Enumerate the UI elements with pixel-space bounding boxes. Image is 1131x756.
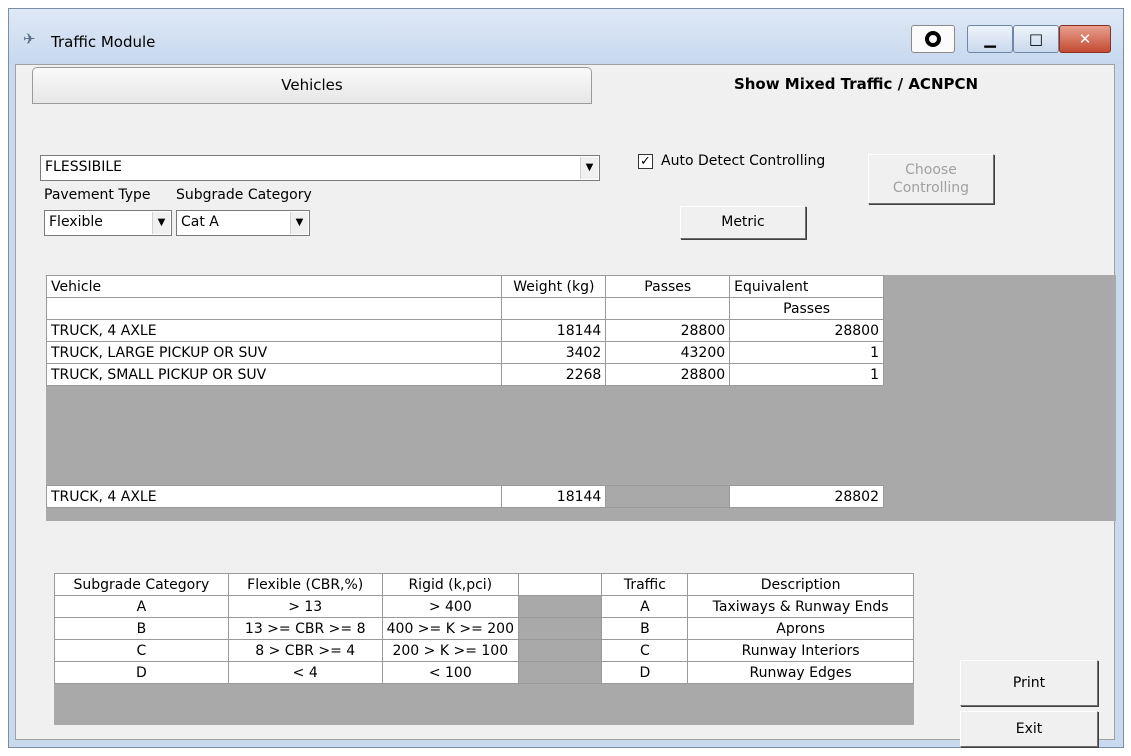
header-equivalent-passes: Passes — [729, 297, 884, 320]
cell-description: Taxiways & Runway Ends — [687, 595, 914, 618]
cell-description: Runway Edges — [687, 661, 914, 684]
cell-traffic: A — [601, 595, 689, 618]
section-select-value: FLESSIBILE — [45, 159, 122, 175]
window-title: Traffic Module — [51, 33, 156, 51]
table-row: B 13 >= CBR >= 8 400 >= K >= 200 B Apron… — [54, 617, 914, 640]
cell-equivalent[interactable]: 1 — [729, 363, 884, 386]
chevron-down-icon[interactable]: ▼ — [290, 212, 308, 234]
category-table: Subgrade Category Flexible (CBR,%) Rigid… — [54, 573, 914, 684]
cell-subgrade: B — [54, 617, 229, 640]
cell-vehicle: TRUCK, 4 AXLE — [45, 485, 503, 508]
circle-icon — [925, 31, 941, 47]
table-header-row: Vehicle Weight (kg) Passes Equivalent — [45, 275, 884, 298]
cell-rigid: < 100 — [381, 661, 519, 684]
header-traffic: Traffic — [601, 573, 689, 596]
title-bar: ✈ Traffic Module ▁ □ ✕ — [9, 9, 1123, 64]
header-passes: Passes — [605, 275, 731, 298]
header-equivalent: Equivalent — [729, 275, 884, 298]
header-subgrade: Subgrade Category — [54, 573, 229, 596]
cell-rigid: 200 > K >= 100 — [381, 639, 519, 662]
chevron-down-icon[interactable]: ▼ — [580, 157, 598, 179]
cell-rigid: 400 >= K >= 200 — [381, 617, 519, 640]
metric-button[interactable]: Metric — [680, 206, 806, 239]
pavement-type-value: Flexible — [49, 214, 103, 230]
cell-description: Runway Interiors — [687, 639, 914, 662]
pavement-type-label: Pavement Type — [44, 187, 151, 203]
cell-passes[interactable]: 28800 — [605, 363, 731, 386]
tab-mixed-traffic[interactable]: Show Mixed Traffic / ACNPCN — [606, 67, 1106, 103]
subgrade-category-value: Cat A — [181, 214, 219, 230]
table-row[interactable]: TRUCK, LARGE PICKUP OR SUV 3402 43200 1 — [45, 341, 884, 364]
maximize-button[interactable]: □ — [1013, 25, 1059, 53]
cell-vehicle[interactable]: TRUCK, 4 AXLE — [45, 319, 503, 342]
auto-detect-checkbox[interactable]: ✓ Auto Detect Controlling — [638, 153, 825, 169]
cell-rigid: > 400 — [381, 595, 519, 618]
controlling-table: TRUCK, 4 AXLE 18144 28802 — [45, 485, 884, 508]
header-description: Description — [687, 573, 914, 596]
cell-vehicle[interactable]: TRUCK, SMALL PICKUP OR SUV — [45, 363, 503, 386]
table-header-row: Subgrade Category Flexible (CBR,%) Rigid… — [54, 573, 914, 596]
choose-controlling-button[interactable]: Choose Controlling — [868, 154, 994, 204]
table-row[interactable]: TRUCK, 4 AXLE 18144 28800 28800 — [45, 319, 884, 342]
table-row: A > 13 > 400 A Taxiways & Runway Ends — [54, 595, 914, 618]
tab-divider — [32, 103, 592, 104]
header-vehicle: Vehicle — [45, 275, 503, 298]
cell-passes[interactable]: 28800 — [605, 319, 731, 342]
cell-flexible: > 13 — [227, 595, 383, 618]
cell-passes — [605, 485, 731, 508]
cell-equivalent: 28802 — [729, 485, 884, 508]
subgrade-category-label: Subgrade Category — [176, 187, 312, 203]
tab-vehicles[interactable]: Vehicles — [32, 67, 592, 103]
cell-weight[interactable]: 2268 — [501, 363, 607, 386]
controlling-row-area: TRUCK, 4 AXLE 18144 28802 — [45, 483, 1116, 519]
choose-controlling-line2: Controlling — [892, 180, 970, 196]
table-header-row: Passes — [45, 297, 884, 320]
table-row: C 8 > CBR >= 4 200 > K >= 100 C Runway I… — [54, 639, 914, 662]
table-row[interactable]: TRUCK, SMALL PICKUP OR SUV 2268 28800 1 — [45, 363, 884, 386]
cell-passes[interactable]: 43200 — [605, 341, 731, 364]
cell-subgrade: D — [54, 661, 229, 684]
minimize-button[interactable]: ▁ — [967, 25, 1013, 53]
subgrade-category-select[interactable]: Cat A ▼ — [176, 210, 310, 236]
table-row[interactable]: TRUCK, 4 AXLE 18144 28802 — [45, 485, 884, 508]
cell-weight: 18144 — [501, 485, 607, 508]
close-button[interactable]: ✕ — [1059, 25, 1111, 53]
cell-traffic: C — [601, 639, 689, 662]
cell-flexible: < 4 — [227, 661, 383, 684]
header-rigid: Rigid (k,pci) — [381, 573, 519, 596]
cell-equivalent[interactable]: 1 — [729, 341, 884, 364]
print-button[interactable]: Print — [960, 660, 1098, 706]
table-row: D < 4 < 100 D Runway Edges — [54, 661, 914, 684]
client-area: Vehicles Show Mixed Traffic / ACNPCN FLE… — [15, 64, 1116, 747]
pavement-type-select[interactable]: Flexible ▼ — [44, 210, 172, 236]
chevron-down-icon[interactable]: ▼ — [152, 212, 170, 234]
cell-equivalent[interactable]: 28800 — [729, 319, 884, 342]
cell-weight[interactable]: 3402 — [501, 341, 607, 364]
cell-flexible: 13 >= CBR >= 8 — [227, 617, 383, 640]
cell-weight[interactable]: 18144 — [501, 319, 607, 342]
cell-subgrade: C — [54, 639, 229, 662]
auto-detect-label: Auto Detect Controlling — [661, 153, 826, 169]
help-button[interactable] — [911, 25, 955, 53]
cell-subgrade: A — [54, 595, 229, 618]
section-select[interactable]: FLESSIBILE ▼ — [40, 155, 600, 181]
cell-traffic: D — [601, 661, 689, 684]
exit-button[interactable]: Exit — [960, 711, 1098, 747]
cell-vehicle[interactable]: TRUCK, LARGE PICKUP OR SUV — [45, 341, 503, 364]
traffic-module-window: ✈ Traffic Module ▁ □ ✕ Vehicles Show Mix… — [8, 8, 1124, 748]
category-grid: Subgrade Category Flexible (CBR,%) Rigid… — [54, 573, 914, 725]
choose-controlling-line1: Choose — [905, 162, 957, 178]
header-flexible: Flexible (CBR,%) — [227, 573, 383, 596]
vehicle-table: Vehicle Weight (kg) Passes Equivalent Pa… — [45, 275, 884, 386]
checkmark-icon[interactable]: ✓ — [638, 153, 653, 169]
cell-traffic: B — [601, 617, 689, 640]
cell-flexible: 8 > CBR >= 4 — [227, 639, 383, 662]
header-weight: Weight (kg) — [501, 275, 607, 298]
cell-description: Aprons — [687, 617, 914, 640]
airplane-icon: ✈ — [23, 30, 36, 48]
